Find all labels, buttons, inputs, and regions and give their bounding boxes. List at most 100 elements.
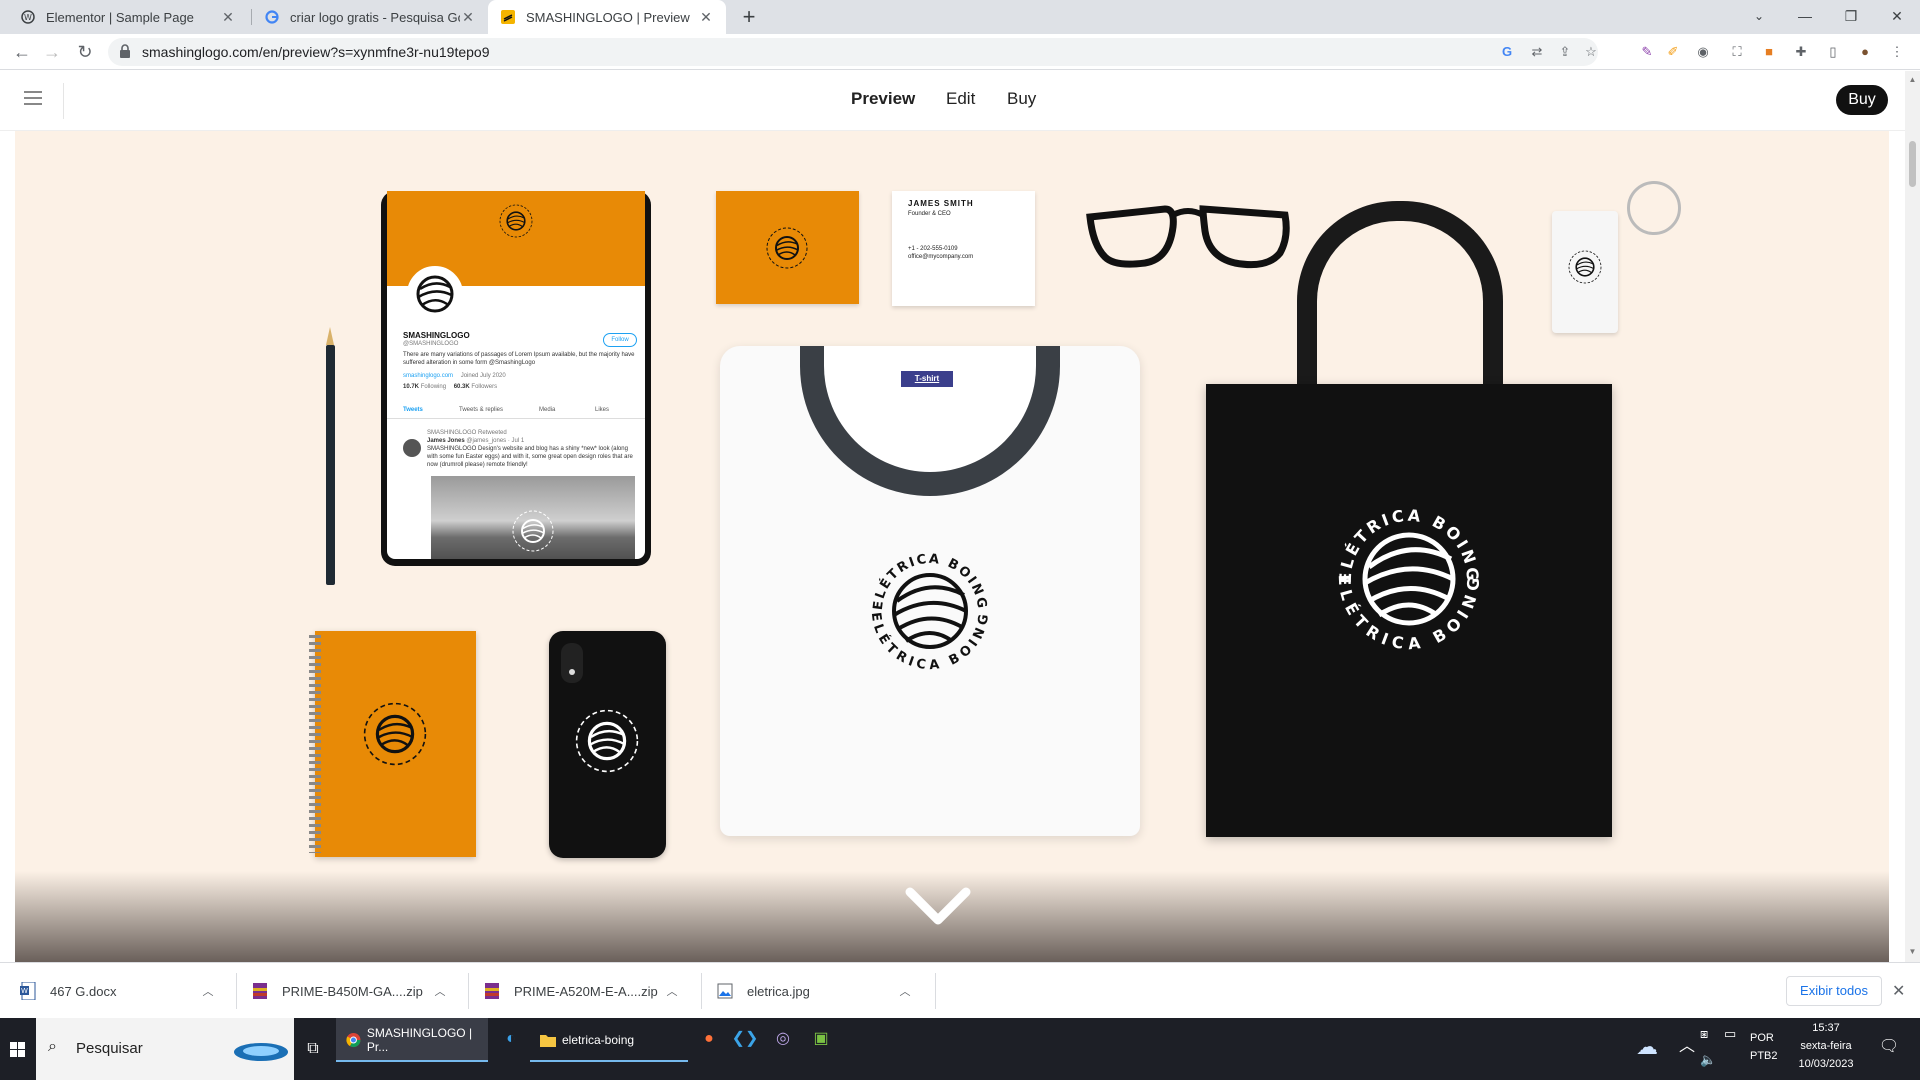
smashinglogo-icon — [500, 9, 516, 25]
show-hidden-icons-chevron[interactable]: ︿ — [1670, 1030, 1704, 1064]
windows-start-icon[interactable] — [0, 1018, 36, 1080]
extension-colorful-icon[interactable]: ■ — [1760, 43, 1778, 61]
volume-icon[interactable]: 🔈 — [1700, 1052, 1716, 1068]
download-divider — [236, 973, 237, 1009]
svg-text:ELÉTRICA BOING: ELÉTRICA BOING — [868, 611, 992, 673]
clock-time[interactable]: 15:37 — [1794, 1022, 1858, 1034]
language-indicator[interactable]: POR — [1750, 1032, 1774, 1044]
keyring-mockup — [1627, 181, 1681, 235]
edge-icon[interactable]: ◐ — [494, 1022, 528, 1056]
following-count: 10.7K — [403, 384, 420, 390]
task-view-icon[interactable]: ⧉ — [296, 1032, 330, 1066]
tweet: SMASHINGLOGO Retweeted James Jones @jame… — [403, 429, 635, 469]
nav-preview[interactable]: Preview — [851, 89, 915, 109]
address-bar[interactable]: smashinglogo.com/en/preview?s=xynmfne3r-… — [108, 38, 1598, 66]
logo-badge-icon — [363, 702, 427, 766]
taskbar-app-explorer[interactable]: eletrica-boing — [530, 1018, 688, 1062]
taskbar-app-chrome[interactable]: SMASHINGLOGO | Pr... — [336, 1018, 488, 1062]
forward-button[interactable]: → — [40, 40, 64, 64]
retweet-label: SMASHINGLOGO Retweeted — [427, 430, 507, 436]
network-icon[interactable]: ▭ — [1724, 1026, 1736, 1042]
menu-kebab-icon[interactable]: ⋮ — [1888, 43, 1906, 61]
scroll-down-arrow-icon[interactable]: ▼ — [1908, 947, 1917, 956]
scroll-down-chevron-icon[interactable] — [905, 886, 971, 930]
word-doc-icon: W — [20, 982, 36, 1000]
vscode-icon[interactable]: ❮❯ — [728, 1022, 762, 1056]
card-role: Founder & CEO — [908, 211, 951, 217]
chevron-up-icon[interactable]: ︿ — [897, 983, 913, 999]
logo-text-bottom: ELÉTRICA BOING — [868, 611, 990, 673]
tab-tweets: Tweets — [403, 407, 423, 413]
taskbar-app-label: SMASHINGLOGO | Pr... — [366, 1026, 473, 1054]
close-tab-icon[interactable]: ✕ — [460, 9, 476, 26]
close-window-button[interactable]: ✕ — [1874, 0, 1920, 34]
chevron-up-icon[interactable]: ︿ — [432, 983, 448, 999]
twitter-joined: Joined July 2020 — [460, 373, 506, 379]
twitter-tabs: Tweets Tweets & replies Media Likes — [387, 403, 645, 419]
page-scrollbar[interactable]: ▲ ▼ — [1905, 71, 1920, 962]
notebook-mockup — [309, 631, 476, 857]
notebook-spiral — [309, 635, 321, 853]
scrollbar-thumb[interactable] — [1909, 141, 1916, 187]
google-lens-icon[interactable]: G — [1498, 43, 1516, 61]
share-icon[interactable]: ⇪ — [1556, 43, 1574, 61]
download-item[interactable]: eletrica.jpg ︿ — [717, 963, 917, 1019]
extension-circle-icon[interactable]: ◉ — [1694, 43, 1712, 61]
tweet-avatar — [403, 439, 421, 457]
scroll-up-arrow-icon[interactable]: ▲ — [1908, 75, 1917, 84]
svg-text:ELÉTRICA BOING: ELÉTRICA BOING — [1336, 506, 1483, 584]
download-item[interactable]: PRIME-A520M-E-A....zip ︿ — [484, 963, 684, 1019]
keyboard-layout[interactable]: PTB2 — [1750, 1050, 1778, 1062]
extension-screenshot-icon[interactable]: ⛶ — [1728, 43, 1746, 61]
new-tab-button[interactable]: + — [736, 4, 762, 30]
nav-buy[interactable]: Buy — [1007, 89, 1036, 109]
download-filename: PRIME-B450M-GA....zip — [282, 983, 423, 999]
tab-elementor[interactable]: W Elementor | Sample Page ✕ — [8, 0, 248, 34]
business-card-mockup: JAMES SMITH Founder & CEO +1 - 202-555-0… — [892, 191, 1035, 306]
notifications-icon[interactable]: 🗨 — [1872, 1030, 1906, 1064]
clock-date: 10/03/2023 — [1798, 1058, 1854, 1070]
search-placeholder: Pesquisar — [76, 1040, 143, 1057]
extension-eyedropper-icon[interactable]: ✎ — [1638, 43, 1656, 61]
chevron-up-icon[interactable]: ︿ — [200, 983, 216, 999]
tab-google-search[interactable]: criar logo gratis - Pesquisa Goog ✕ — [252, 0, 488, 34]
firefox-icon[interactable]: ● — [692, 1022, 726, 1056]
app-green-icon[interactable]: ▣ — [804, 1022, 838, 1056]
tote-bag-mockup: ELÉTRICA BOING ELÉTRICA BOING — [1206, 384, 1612, 837]
chevron-up-icon[interactable]: ︿ — [664, 983, 680, 999]
reload-button[interactable]: ↻ — [73, 40, 97, 64]
meet-now-icon[interactable]: ⧆ — [1700, 1026, 1708, 1042]
tab-smashinglogo[interactable]: SMASHINGLOGO | Preview ✕ — [488, 0, 726, 34]
translate-icon[interactable]: ⇄ — [1528, 43, 1546, 61]
folder-icon — [540, 1035, 556, 1047]
tab-likes: Likes — [595, 407, 610, 413]
weather-cloud-icon[interactable]: ☁ — [1630, 1030, 1664, 1064]
tab-search-chevron-icon[interactable]: ⌄ — [1736, 0, 1782, 34]
download-item[interactable]: W 467 G.docx ︿ — [20, 963, 220, 1019]
profile-avatar-icon[interactable]: ● — [1856, 43, 1874, 61]
back-button[interactable]: ← — [10, 40, 34, 64]
close-shelf-icon[interactable]: ✕ — [1892, 981, 1905, 1001]
hamburger-menu-icon[interactable] — [24, 91, 42, 105]
nav-edit[interactable]: Edit — [946, 89, 975, 109]
pencil-mockup — [326, 327, 335, 585]
show-all-downloads-button[interactable]: Exibir todos — [1786, 976, 1882, 1006]
taskbar-search[interactable]: ⌕ Pesquisar — [36, 1018, 294, 1080]
close-tab-icon[interactable]: ✕ — [698, 9, 714, 26]
side-panel-icon[interactable]: ▯ — [1824, 43, 1842, 61]
minimize-button[interactable]: — — [1782, 0, 1828, 34]
glasses-mockup-icon — [1086, 205, 1290, 269]
browser-toolbar: ← → ↻ smashinglogo.com/en/preview?s=xynm… — [0, 34, 1920, 70]
tweet-photo — [431, 476, 635, 559]
search-highlight-icon — [234, 1043, 288, 1061]
buy-button[interactable]: Buy — [1836, 85, 1888, 115]
download-filename: 467 G.docx — [50, 983, 117, 999]
camera-icon — [561, 643, 583, 683]
download-item[interactable]: PRIME-B450M-GA....zip ︿ — [252, 963, 452, 1019]
github-desktop-icon[interactable]: ◎ — [766, 1022, 800, 1056]
close-tab-icon[interactable]: ✕ — [220, 9, 236, 26]
extension-pen-icon[interactable]: ✐ — [1664, 43, 1682, 61]
extensions-puzzle-icon[interactable]: ✚ — [1792, 43, 1810, 61]
restore-button[interactable]: ❐ — [1828, 0, 1874, 34]
bookmark-star-icon[interactable]: ☆ — [1582, 43, 1600, 61]
